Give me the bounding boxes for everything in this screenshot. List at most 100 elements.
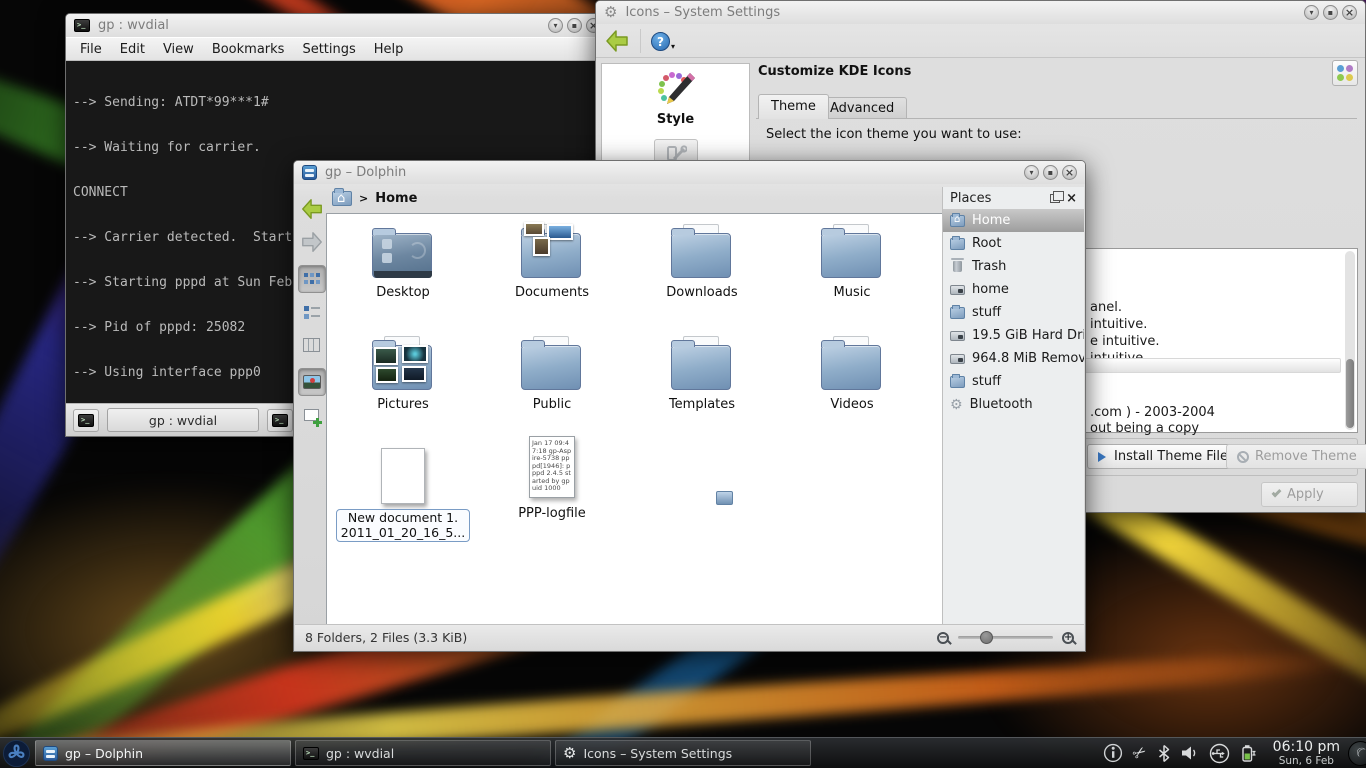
overview-button[interactable] — [1332, 60, 1358, 86]
folder-label: Desktop — [328, 285, 478, 300]
style-icon — [656, 71, 696, 107]
menu-edit[interactable]: Edit — [111, 42, 154, 57]
new-tab-button[interactable]: >_ — [73, 409, 99, 432]
folder-item[interactable]: Public — [477, 334, 627, 412]
close-button[interactable]: × — [1342, 5, 1357, 20]
places-item-home-drive[interactable]: home — [943, 278, 1084, 301]
drive-icon — [950, 285, 965, 295]
system-settings-titlebar[interactable]: ⚙ Icons – System Settings ▾ ▪ × — [596, 1, 1365, 24]
remove-theme-button[interactable]: Remove Theme — [1226, 444, 1366, 469]
bluetooth-icon[interactable] — [1157, 744, 1171, 763]
home-folder-icon[interactable]: ⌂ — [332, 191, 352, 206]
places-item-stuff2[interactable]: stuff — [943, 370, 1084, 393]
folder-item[interactable]: Documents — [477, 222, 627, 300]
folder-item[interactable]: Templates — [627, 334, 777, 412]
menu-view[interactable]: View — [154, 42, 203, 57]
klipper-scissors-icon[interactable]: ✂ — [1130, 743, 1150, 764]
tab-list-button[interactable]: >_ — [267, 409, 293, 432]
tab-advanced[interactable]: Advanced — [817, 97, 907, 119]
battery-icon[interactable] — [1240, 744, 1257, 763]
launcher-button[interactable] — [2, 739, 31, 768]
zoom-slider-handle[interactable] — [980, 631, 993, 644]
folder-icon — [520, 334, 584, 392]
konsole-title: gp : wvdial — [98, 18, 169, 33]
close-button[interactable]: × — [1062, 165, 1077, 180]
help-button[interactable]: ? ▾ — [651, 32, 675, 51]
columns-view-button[interactable] — [298, 331, 326, 359]
folder-item[interactable]: Music — [777, 222, 927, 300]
task-label: gp : wvdial — [326, 746, 394, 761]
places-item-home[interactable]: ⌂ Home — [943, 209, 1084, 232]
forward-button[interactable] — [298, 228, 326, 256]
details-view-button[interactable] — [298, 298, 326, 326]
minimize-button[interactable]: ▾ — [548, 18, 563, 33]
folder-item[interactable]: Videos — [777, 334, 927, 412]
places-label: home — [972, 282, 1009, 297]
task-system-settings[interactable]: ⚙ Icons – System Settings — [555, 740, 811, 766]
task-konsole[interactable]: >_ gp : wvdial — [295, 740, 551, 766]
scrollbar[interactable] — [1345, 251, 1355, 430]
folder-item[interactable]: Pictures — [328, 334, 478, 412]
maximize-button[interactable]: ▪ — [1043, 165, 1058, 180]
back-button[interactable] — [298, 195, 326, 223]
volume-icon[interactable] — [1181, 745, 1199, 761]
sidebar-item-style[interactable]: Style — [602, 64, 749, 127]
menu-bookmarks[interactable]: Bookmarks — [203, 42, 294, 57]
dolphin-titlebar[interactable]: gp – Dolphin ▾ ▪ × — [294, 161, 1085, 184]
places-item-harddrive[interactable]: 19.5 GiB Hard Drive — [943, 324, 1084, 347]
apply-button[interactable]: Apply — [1261, 482, 1358, 507]
icon-theme-prompt: Select the icon theme you want to use: — [766, 127, 1022, 142]
dot-icon — [1346, 65, 1353, 72]
notifications-info-icon[interactable] — [1103, 743, 1123, 763]
bluetooth-gear-icon: ⚙ — [950, 398, 963, 412]
dolphin-toolbar — [297, 195, 326, 434]
places-item-bluetooth[interactable]: ⚙ Bluetooth — [943, 393, 1084, 416]
menu-help[interactable]: Help — [365, 42, 413, 57]
tab-theme[interactable]: Theme — [758, 94, 829, 119]
konsole-tab[interactable]: gp : wvdial — [107, 408, 259, 432]
folder-icon-pictures — [371, 334, 435, 392]
maximize-button[interactable]: ▪ — [567, 18, 582, 33]
places-item-root[interactable]: Root — [943, 232, 1084, 255]
toolbar-separator — [640, 29, 641, 53]
zoom-slider[interactable] — [958, 636, 1053, 639]
menu-settings[interactable]: Settings — [293, 42, 364, 57]
places-item-removable[interactable]: 964.8 MiB Remov... — [943, 347, 1084, 370]
places-item-stuff[interactable]: stuff — [943, 301, 1084, 324]
close-panel-icon[interactable]: × — [1066, 192, 1077, 205]
menu-file[interactable]: File — [71, 42, 111, 57]
folder-label: Documents — [477, 285, 627, 300]
split-view-button[interactable] — [298, 401, 326, 429]
usb-device-icon[interactable] — [1209, 743, 1230, 764]
dolphin-file-view[interactable]: Desktop Documents Downloads Music — [326, 213, 945, 626]
folder-item[interactable]: Desktop — [328, 222, 478, 300]
preview-button[interactable] — [298, 368, 326, 396]
file-item-selected[interactable]: New document 1. 2011_01_20_16_5... — [328, 436, 478, 542]
folder-item[interactable]: Downloads — [627, 222, 777, 300]
konsole-icon: >_ — [74, 19, 90, 32]
konsole-titlebar[interactable]: >_ gp : wvdial ▾ ▪ × — [66, 14, 609, 37]
scrollbar-thumb[interactable] — [1346, 359, 1354, 428]
places-item-trash[interactable]: Trash — [943, 255, 1084, 278]
document-icon — [381, 448, 425, 504]
back-icon — [300, 197, 324, 221]
check-icon — [1272, 488, 1282, 498]
zoom-out-button[interactable]: − — [937, 632, 949, 644]
task-dolphin[interactable]: gp – Dolphin — [35, 740, 291, 766]
panel-cashew-button[interactable]: ☾ — [1348, 741, 1366, 766]
breadcrumb-home[interactable]: Home — [375, 191, 417, 206]
maximize-button[interactable]: ▪ — [1323, 5, 1338, 20]
clock[interactable]: 06:10 pm Sun, 6 Feb — [1273, 739, 1340, 767]
minimize-button[interactable]: ▾ — [1304, 5, 1319, 20]
minimize-button[interactable]: ▾ — [1024, 165, 1039, 180]
file-item[interactable]: Jan 17 09:47:18 gp-Aspire-5738 pppd[1946… — [477, 436, 627, 521]
zoom-in-button[interactable]: + — [1062, 632, 1074, 644]
folder-icon — [820, 334, 884, 392]
float-panel-icon[interactable] — [1050, 194, 1060, 203]
konsole-icon: >_ — [303, 747, 319, 760]
konsole-menubar: File Edit View Bookmarks Settings Help — [66, 37, 609, 61]
back-button[interactable] — [604, 28, 630, 54]
icons-view-button[interactable] — [298, 265, 326, 293]
places-label: Root — [972, 236, 1001, 251]
dot-icon — [1346, 74, 1353, 81]
